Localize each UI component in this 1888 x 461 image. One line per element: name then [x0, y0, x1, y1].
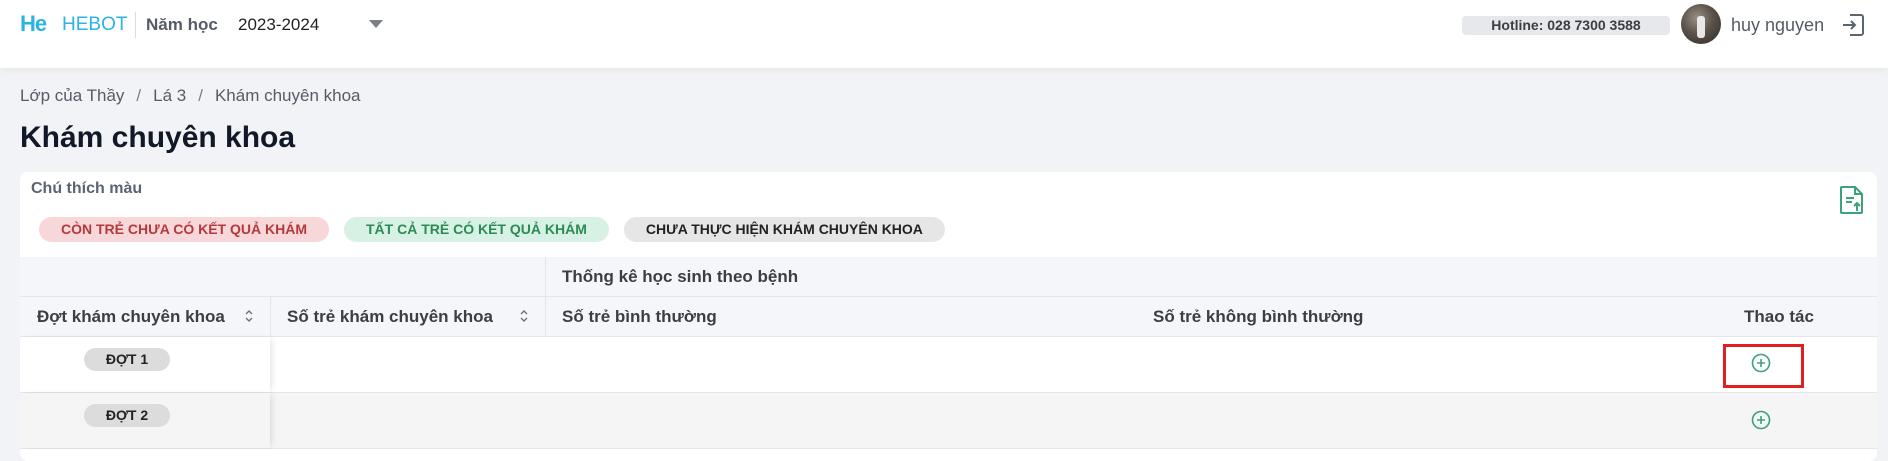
add-result-button[interactable] — [1750, 409, 1772, 431]
avatar[interactable] — [1681, 4, 1721, 44]
group-header-label: Thống kê học sinh theo bệnh — [562, 267, 799, 286]
specialist-exam-card: Chú thích màu Còn trẻ chưa có kết quả kh… — [20, 172, 1877, 461]
sort-icon[interactable] — [520, 309, 528, 323]
brand-name[interactable]: HEBOT — [62, 14, 127, 36]
breadcrumb-separator: / — [198, 86, 203, 105]
batch-badge: ĐỢT 1 — [84, 348, 170, 371]
breadcrumb-item-class[interactable]: Lớp của Thầy — [20, 86, 124, 106]
breadcrumb-separator: / — [136, 86, 142, 105]
table-row: ĐỢT 1 — [20, 337, 1877, 393]
column-header-examined[interactable]: Số trẻ khám chuyên khoa — [287, 307, 493, 327]
column-header-normal: Số trẻ bình thường — [562, 307, 717, 326]
batch-cell: ĐỢT 1 — [20, 337, 270, 392]
divider — [135, 12, 136, 38]
breadcrumb-item-group[interactable]: Lá 3 — [153, 86, 186, 106]
logo-mark: He — [15, 9, 47, 39]
batch-cell: ĐỢT 2 — [20, 393, 270, 448]
hotline-badge: Hotline: 028 7300 3588 — [1462, 16, 1670, 35]
table-group-header: Thống kê học sinh theo bệnh — [20, 257, 1877, 297]
table-header: Đợt khám chuyên khoa Số trẻ khám chuyên … — [20, 297, 1877, 337]
school-year-label: Năm học — [146, 15, 218, 34]
column-header-actions: Thao tác — [1744, 307, 1814, 326]
color-legend: Còn trẻ chưa có kết quả khám Tất cả trẻ … — [39, 217, 945, 242]
school-year-value: 2023-2024 — [238, 15, 320, 34]
legend-chip-not-done: Chưa thực hiện khám chuyên khoa — [623, 217, 945, 242]
legend-chip-complete: Tất cả trẻ có kết quả khám — [343, 217, 609, 242]
top-bar: He HEBOT Năm học 2023-2024 Hotline: 028 … — [0, 0, 1888, 68]
column-header-batch[interactable]: Đợt khám chuyên khoa — [37, 307, 225, 327]
username[interactable]: huy nguyen — [1731, 15, 1824, 36]
legend-chip-incomplete: Còn trẻ chưa có kết quả khám — [39, 217, 329, 242]
page-title: Khám chuyên khoa — [20, 121, 296, 154]
chevron-down-icon[interactable] — [369, 20, 383, 28]
breadcrumb: Lớp của Thầy / Lá 3 / Khám chuyên khoa — [20, 86, 361, 106]
column-divider — [545, 257, 546, 296]
logo[interactable]: He — [15, 9, 47, 39]
column-divider — [270, 297, 271, 336]
school-year-select[interactable]: 2023-2024 — [238, 11, 388, 39]
breadcrumb-item-current: Khám chuyên khoa — [214, 86, 361, 105]
column-header-abnormal: Số trẻ không bình thường — [1153, 307, 1364, 326]
table-row: ĐỢT 2 — [20, 393, 1877, 449]
batch-badge: ĐỢT 2 — [84, 404, 170, 427]
legend-title: Chú thích màu — [31, 180, 143, 197]
sort-icon[interactable] — [245, 309, 253, 323]
add-result-button[interactable] — [1750, 352, 1772, 374]
column-divider — [545, 297, 546, 336]
file-export-icon[interactable] — [1839, 185, 1865, 215]
logout-icon[interactable] — [1840, 12, 1866, 38]
